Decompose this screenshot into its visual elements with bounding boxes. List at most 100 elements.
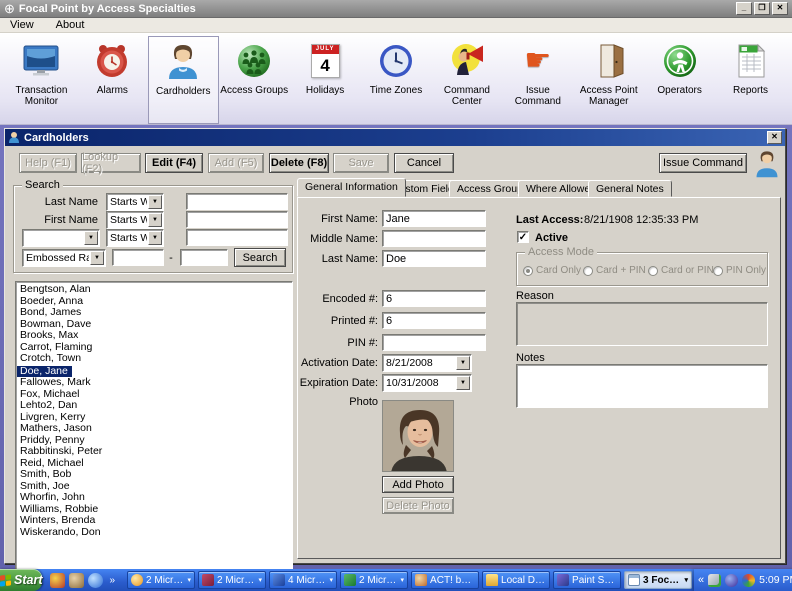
notes-textarea[interactable] — [516, 364, 768, 408]
toolbar-item-holidays[interactable]: JULY 4 Holidays — [290, 36, 361, 124]
embossed-range-dropdown[interactable]: Embossed Rang ▼ — [22, 249, 106, 267]
toolbar-item-transaction-monitor[interactable]: Transaction Monitor — [6, 36, 77, 124]
search-first-name-operator[interactable]: Starts With ▼ — [106, 211, 164, 229]
quick-launch-overflow-button[interactable]: » — [107, 575, 117, 586]
toolbar-label: Operators — [657, 85, 702, 96]
activation-date-label: Activation Date: — [300, 357, 378, 369]
list-item[interactable]: Fallowes, Mark — [17, 376, 292, 389]
toolbar-item-access-point-manager[interactable]: Access Point Manager — [573, 36, 644, 124]
calendar-icon: JULY 4 — [310, 39, 340, 83]
range-from-input[interactable] — [112, 249, 164, 266]
toolbar-item-reports[interactable]: Reports — [715, 36, 786, 124]
tab-general-information[interactable]: General Information — [297, 178, 406, 197]
start-button[interactable]: Start — [0, 569, 43, 591]
tray-chevron-button[interactable]: « — [698, 574, 704, 586]
dialog-close-button[interactable]: ✕ — [767, 131, 782, 144]
combo-arrow-icon[interactable]: ▼ — [148, 213, 162, 227]
minimize-button[interactable]: _ — [736, 2, 752, 15]
tray-icon-2[interactable] — [725, 573, 739, 587]
list-item[interactable]: Lehto2, Dan — [17, 399, 292, 412]
task-button-microsoft-2[interactable]: 2 Micros... ▾ — [198, 571, 267, 589]
pin-number-input[interactable] — [382, 334, 486, 351]
list-item[interactable]: Wiskerando, Don — [17, 526, 292, 539]
middle-name-input[interactable] — [382, 230, 486, 247]
search-first-name-input[interactable] — [186, 211, 288, 228]
radio-card-or-pin — [648, 266, 658, 276]
reason-textarea — [516, 302, 768, 346]
radio-pin-only — [713, 266, 723, 276]
edit-button[interactable]: Edit (F4) — [145, 153, 203, 173]
task-button-word[interactable]: 4 Micros... ▾ — [269, 571, 338, 589]
cardholders-dialog: Cardholders ✕ Help (F1) Lookup (F2) Edit… — [4, 128, 786, 591]
search-field-input[interactable] — [186, 229, 288, 246]
search-last-name-input[interactable] — [186, 193, 288, 210]
toolbar-label: Alarms — [96, 85, 128, 96]
main-toolbar: Transaction Monitor Alarms Cardholders A… — [0, 33, 792, 125]
help-button: Help (F1) — [19, 153, 77, 173]
search-button[interactable]: Search — [234, 248, 286, 267]
list-item[interactable]: Whorfin, John — [17, 491, 292, 504]
toolbar-item-access-groups[interactable]: Access Groups — [219, 36, 290, 124]
dropdown-arrow-icon: ▾ — [258, 577, 263, 584]
combo-arrow-icon[interactable]: ▼ — [148, 195, 162, 209]
menu-view[interactable]: View — [8, 19, 36, 31]
task-button-outlook[interactable]: 2 Micros... ▾ — [127, 571, 196, 589]
delete-button[interactable]: Delete (F8) — [269, 153, 329, 173]
menu-about[interactable]: About — [54, 19, 87, 31]
restore-button[interactable]: ❐ — [754, 2, 770, 15]
activation-date-combo[interactable]: 8/21/2008 ▼ — [382, 354, 472, 372]
task-button-focal-point[interactable]: 3 Focal ... ▾ — [624, 571, 693, 589]
task-button-local-disk[interactable]: Local Disk... — [482, 571, 551, 589]
task-button-act[interactable]: ACT! by ... — [411, 571, 480, 589]
pointing-hand-icon: ☛ — [524, 44, 552, 77]
toolbar-item-time-zones[interactable]: Time Zones — [361, 36, 432, 124]
range-to-input[interactable] — [180, 249, 228, 266]
toolbar-item-issue-command[interactable]: ☛ Issue Command — [502, 36, 573, 124]
search-last-name-label: Last Name — [44, 196, 98, 208]
combo-arrow-icon[interactable]: ▼ — [456, 376, 470, 390]
toolbar-item-cardholders[interactable]: Cardholders — [147, 36, 219, 124]
list-item[interactable]: Rabbitinski, Peter — [17, 445, 292, 458]
list-item[interactable]: Crotch, Town — [17, 352, 292, 365]
expiration-date-combo[interactable]: 10/31/2008 ▼ — [382, 374, 472, 392]
range-separator: - — [169, 252, 173, 264]
list-item[interactable]: Brooks, Max — [17, 329, 292, 342]
search-field-dropdown[interactable]: ▼ — [22, 229, 100, 247]
issue-command-button[interactable]: Issue Command — [659, 153, 747, 173]
tab-general-notes[interactable]: General Notes — [588, 180, 672, 197]
calendar-day-label: 4 — [320, 56, 330, 75]
search-last-name-operator[interactable]: Starts With ▼ — [106, 193, 164, 211]
last-name-input[interactable] — [382, 250, 486, 267]
toolbar-item-operators[interactable]: Operators — [644, 36, 715, 124]
cancel-button[interactable]: Cancel — [394, 153, 454, 173]
active-checkbox[interactable]: ✓ — [517, 231, 529, 243]
quick-launch-icon-3[interactable] — [88, 572, 104, 588]
general-information-panel: First Name: Middle Name: Last Name: Enco… — [297, 197, 781, 559]
encoded-number-input[interactable] — [382, 290, 486, 307]
tray-icon-3[interactable] — [742, 573, 756, 587]
list-item[interactable]: Smith, Bob — [17, 468, 292, 481]
list-item[interactable]: Mathers, Jason — [17, 422, 292, 435]
app-icon — [202, 574, 215, 586]
list-item[interactable]: Bond, James — [17, 306, 292, 319]
combo-arrow-icon[interactable]: ▼ — [456, 356, 470, 370]
combo-arrow-icon[interactable]: ▼ — [90, 251, 104, 265]
combo-arrow-icon[interactable]: ▼ — [148, 231, 162, 245]
combo-arrow-icon[interactable]: ▼ — [84, 231, 98, 245]
first-name-input[interactable] — [382, 210, 486, 227]
list-item[interactable]: Winters, Brenda — [17, 514, 292, 527]
printed-number-input[interactable] — [382, 312, 486, 329]
close-button[interactable]: ✕ — [772, 2, 788, 15]
tray-icon-1[interactable] — [708, 573, 722, 587]
quick-launch-icon-1[interactable] — [50, 572, 66, 588]
word-icon — [273, 574, 286, 586]
notes-label: Notes — [516, 352, 545, 364]
search-field-operator[interactable]: Starts With ▼ — [106, 229, 164, 247]
list-item[interactable]: Bengtson, Alan — [17, 283, 292, 296]
task-button-excel[interactable]: 2 Micros... ▾ — [340, 571, 409, 589]
task-button-paint-shop[interactable]: Paint Sho... — [553, 571, 622, 589]
toolbar-item-command-center[interactable]: Command Center — [431, 36, 502, 124]
toolbar-item-alarms[interactable]: Alarms — [77, 36, 148, 124]
add-photo-button[interactable]: Add Photo — [382, 476, 454, 493]
quick-launch-icon-2[interactable] — [69, 572, 85, 588]
